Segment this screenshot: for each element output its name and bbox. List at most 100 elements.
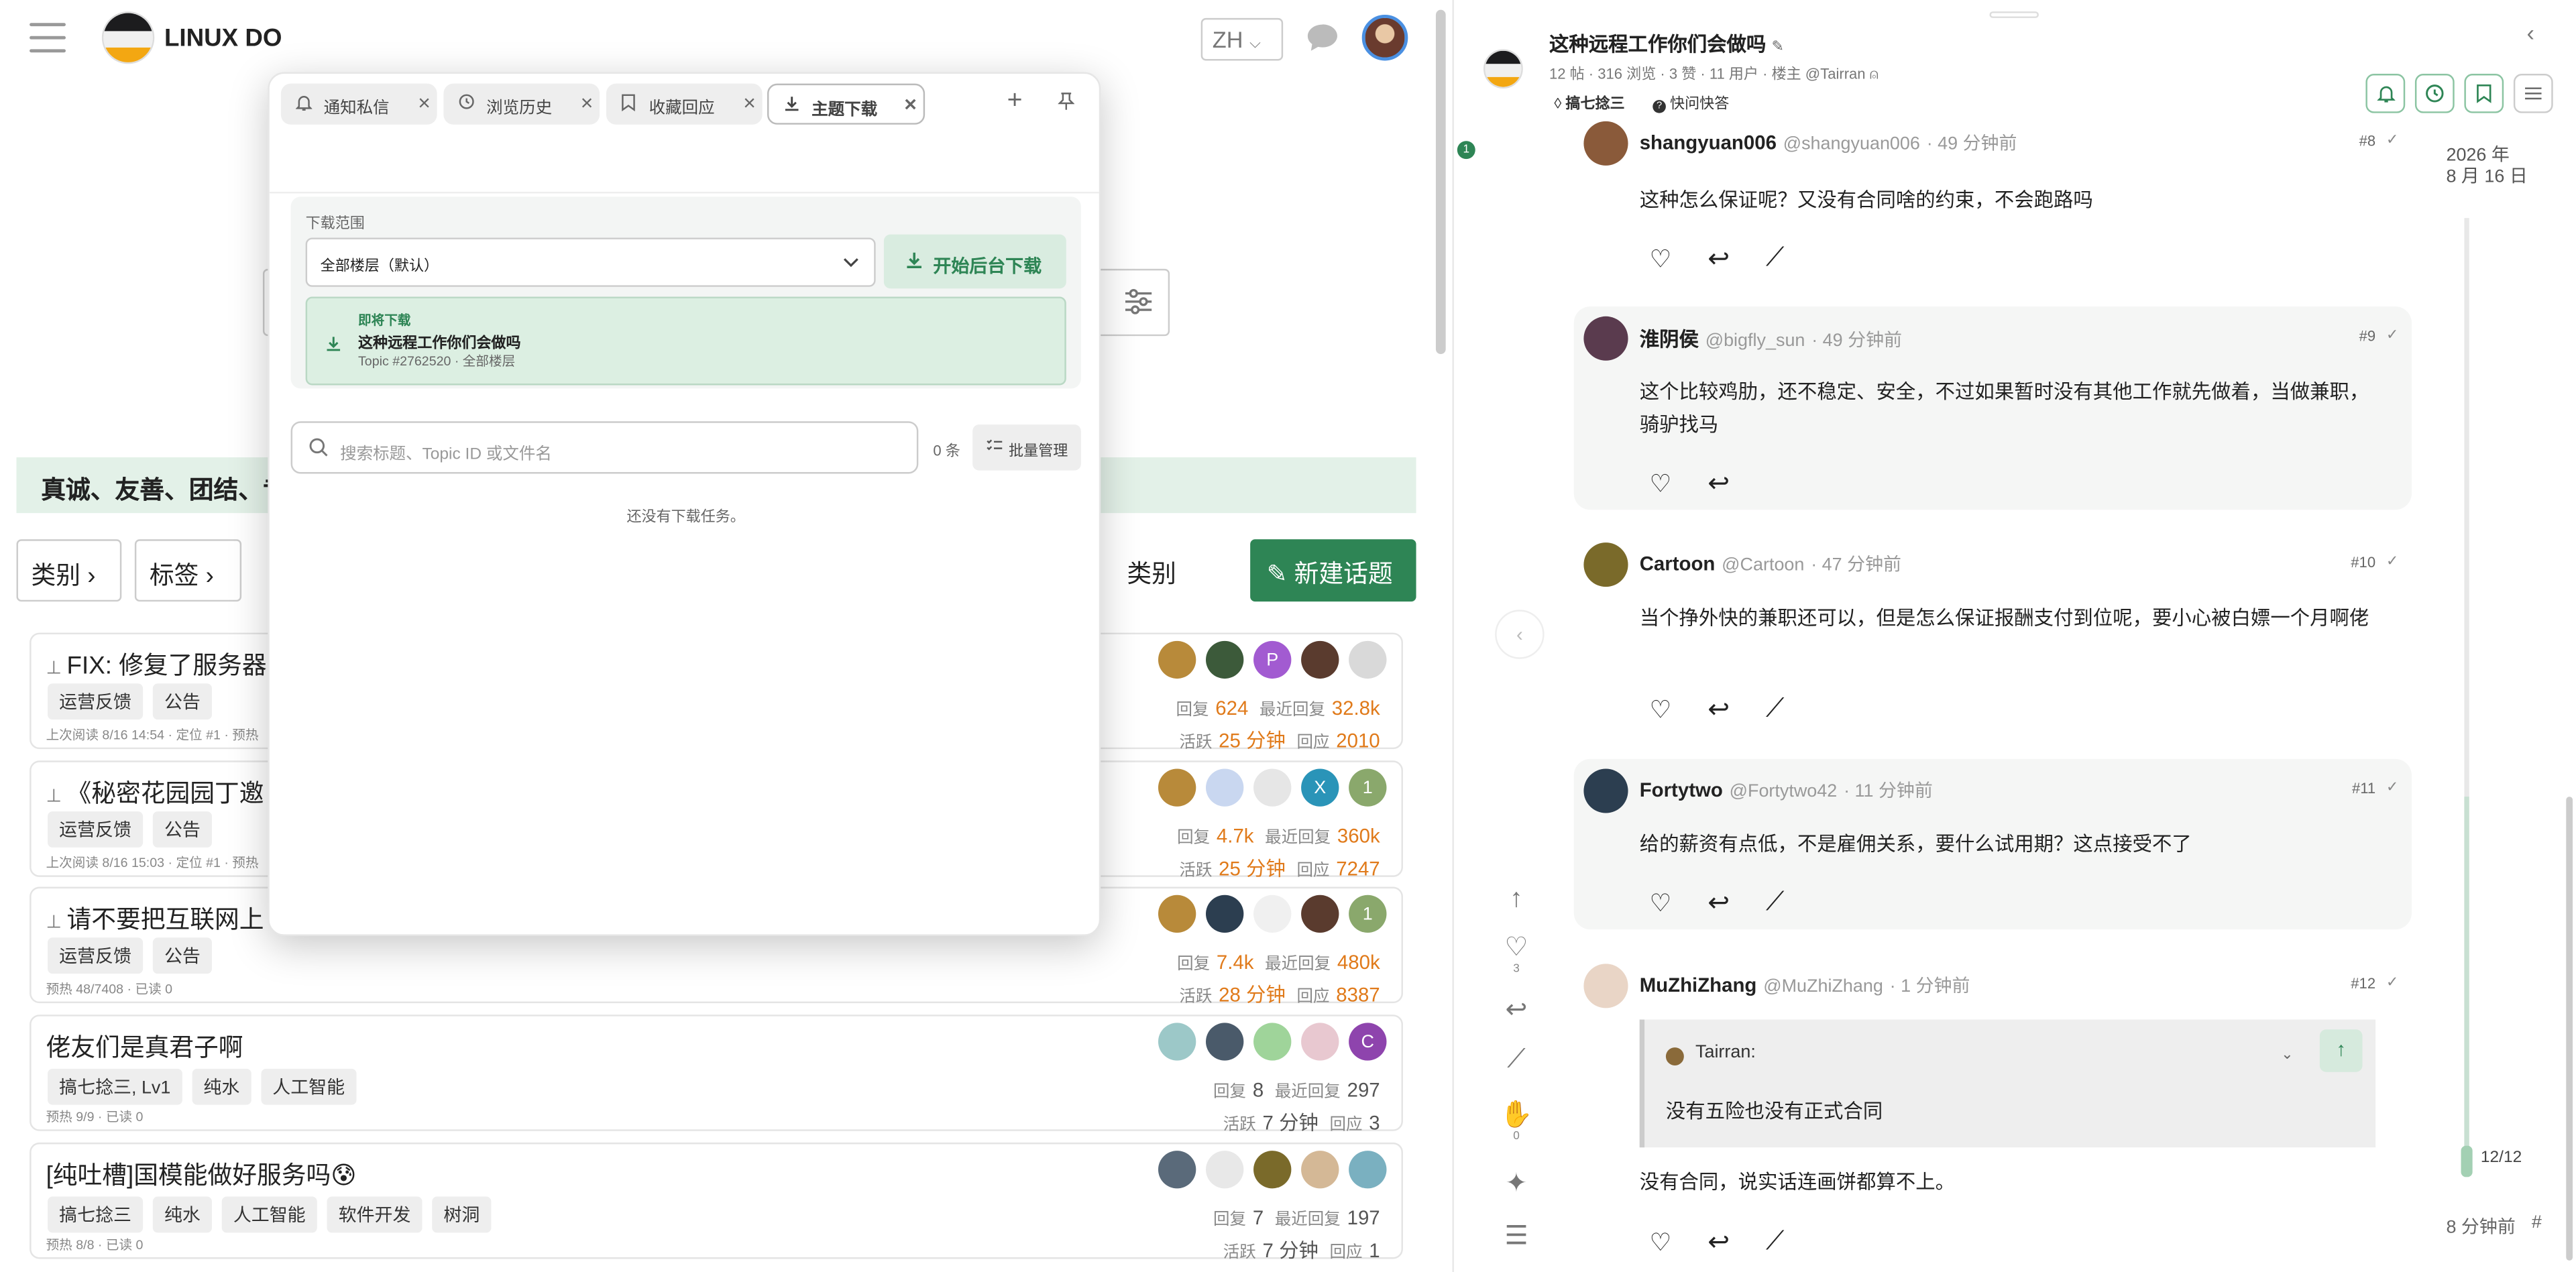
- topic-tag[interactable]: 纯水: [152, 1196, 212, 1233]
- topic-tag[interactable]: 公告: [152, 937, 212, 974]
- download-search-input[interactable]: 搜索标题、Topic ID 或文件名: [290, 421, 919, 474]
- left-scrollbar[interactable]: [1435, 9, 1446, 355]
- range-select[interactable]: 全部楼层（默认）: [305, 237, 876, 287]
- timeline-handle[interactable]: [2461, 1145, 2473, 1177]
- avatar[interactable]: [1158, 640, 1196, 679]
- close-icon[interactable]: ×: [904, 92, 917, 117]
- close-icon[interactable]: ×: [743, 90, 756, 115]
- rocket-icon[interactable]: ⟋: [1766, 244, 1784, 274]
- new-posts-badge[interactable]: 1: [1457, 141, 1475, 160]
- add-tab-icon[interactable]: +: [1007, 87, 1023, 117]
- topic-tag[interactable]: 运营反馈: [48, 811, 144, 848]
- topic-tag[interactable]: ? 快问快答: [1653, 92, 1729, 113]
- topic-tag[interactable]: 纯水: [192, 1068, 251, 1105]
- site-name[interactable]: LINUX DO: [164, 25, 282, 53]
- avatar[interactable]: 1: [1349, 768, 1387, 807]
- post-author[interactable]: 淮阴侯 @bigfly_sun · 49 分钟前: [1640, 325, 1902, 353]
- topic-title[interactable]: ⊥ 请不要把互联网上: [46, 902, 264, 936]
- tags-dropdown[interactable]: 标签 ›: [134, 539, 242, 602]
- start-download-button[interactable]: 开始后台下载: [883, 234, 1066, 289]
- avatar[interactable]: [1206, 894, 1244, 933]
- avatar[interactable]: [1253, 1023, 1292, 1061]
- avatar[interactable]: [1583, 542, 1628, 587]
- avatar[interactable]: [1301, 1151, 1339, 1189]
- topic-tag[interactable]: 软件开发: [327, 1196, 423, 1233]
- language-switcher[interactable]: ZH ⌵: [1200, 17, 1284, 61]
- arrow-up-icon[interactable]: ↑: [1498, 885, 1534, 915]
- topic-title[interactable]: 佬友们是真君子啊: [46, 1029, 243, 1063]
- rocket-icon[interactable]: ⟋: [1766, 1228, 1784, 1257]
- post-number[interactable]: #8: [2359, 133, 2376, 149]
- batch-manage-button[interactable]: 批量管理: [972, 424, 1081, 471]
- heart-icon[interactable]: ♡: [1649, 888, 1671, 918]
- topic-tag[interactable]: ◊ 搞七捻三: [1554, 92, 1624, 113]
- avatar[interactable]: [1301, 894, 1339, 933]
- chat-icon[interactable]: [1304, 21, 1341, 54]
- history-button[interactable]: [2414, 74, 2455, 113]
- avatar[interactable]: [1206, 1023, 1244, 1061]
- heart-icon[interactable]: ♡: [1649, 244, 1671, 274]
- topic-tag[interactable]: 运营反馈: [48, 937, 144, 974]
- topic-tag[interactable]: 人工智能: [261, 1068, 357, 1105]
- heart-icon[interactable]: ♡: [1649, 1228, 1671, 1257]
- close-icon[interactable]: ×: [581, 90, 594, 115]
- avatar[interactable]: [1301, 1023, 1339, 1061]
- timeline-last-activity[interactable]: 8 分钟前: [2446, 1213, 2515, 1239]
- topic-tag[interactable]: 树洞: [432, 1196, 492, 1233]
- user-avatar[interactable]: [1361, 15, 1408, 61]
- heart-icon[interactable]: ♡: [1649, 469, 1671, 499]
- tab-notifications[interactable]: 通知私信 ×: [280, 83, 437, 125]
- site-logo[interactable]: [101, 11, 155, 64]
- post-number[interactable]: #9: [2359, 328, 2376, 344]
- post-number[interactable]: #12: [2351, 976, 2375, 992]
- post-author[interactable]: shangyuan006 @shangyuan006 · 49 分钟前: [1640, 129, 2017, 156]
- post-author[interactable]: Cartoon @Cartoon · 47 分钟前: [1640, 551, 1901, 577]
- topic-tag[interactable]: 搞七捻三, Lv1: [48, 1068, 182, 1105]
- categories-dropdown[interactable]: 类别 ›: [16, 539, 122, 602]
- topic-tag[interactable]: 搞七捻三: [48, 1196, 144, 1233]
- timeline-date[interactable]: 2026 年8 月 16 日: [2446, 146, 2527, 189]
- close-icon[interactable]: ×: [418, 90, 431, 115]
- tab-download[interactable]: 主题下载 ×: [767, 83, 926, 125]
- chevron-left-icon[interactable]: ‹: [1495, 610, 1545, 659]
- topic-tag[interactable]: 公告: [152, 811, 212, 848]
- rocket-icon[interactable]: ⟋: [1498, 1046, 1534, 1076]
- hand-icon[interactable]: ✋ 0: [1498, 1098, 1534, 1143]
- reply-icon[interactable]: ↩: [1707, 467, 1730, 500]
- settings-sliders-button[interactable]: [2513, 74, 2553, 113]
- avatar[interactable]: [1349, 640, 1387, 679]
- avatar[interactable]: [1583, 316, 1628, 361]
- reply-icon[interactable]: ↩: [1707, 887, 1730, 920]
- notification-bell-button[interactable]: [2365, 74, 2406, 113]
- topic-tag[interactable]: 公告: [152, 683, 212, 720]
- avatar[interactable]: [1206, 640, 1244, 679]
- avatar[interactable]: P: [1253, 640, 1292, 679]
- bookmark-button[interactable]: [2464, 74, 2504, 113]
- topic-tag[interactable]: 运营反馈: [48, 683, 144, 720]
- reply-icon[interactable]: ↩: [1707, 693, 1730, 726]
- filter-sliders-icon[interactable]: [1124, 288, 1154, 314]
- avatar[interactable]: X: [1301, 768, 1339, 807]
- heart-icon[interactable]: ♡: [1649, 695, 1671, 725]
- avatar[interactable]: 1: [1349, 894, 1387, 933]
- reply-icon[interactable]: ↩: [1707, 1226, 1730, 1259]
- topic-title[interactable]: [纯吐槽]国模能做好服务吗😰: [46, 1157, 357, 1192]
- topic-row[interactable]: 佬友们是真君子啊 搞七捻三, Lv1 纯水 人工智能 预热 9/9 · 已读 0 C…: [30, 1015, 1403, 1135]
- avatar[interactable]: [1301, 640, 1339, 679]
- avatar[interactable]: [1206, 768, 1244, 807]
- right-scrollbar[interactable]: [2566, 797, 2573, 1261]
- avatar[interactable]: [1253, 1151, 1292, 1189]
- avatar[interactable]: [1158, 768, 1196, 807]
- summary-icon[interactable]: ☰: [1498, 1220, 1534, 1253]
- avatar[interactable]: C: [1349, 1023, 1387, 1061]
- avatar[interactable]: [1583, 964, 1628, 1008]
- drag-handle[interactable]: [1989, 11, 2039, 18]
- tab-bookmarks[interactable]: 收藏回应 ×: [606, 83, 763, 125]
- post-number[interactable]: #11: [2352, 780, 2375, 797]
- avatar[interactable]: [1349, 1151, 1387, 1189]
- reply-icon[interactable]: ↩: [1498, 993, 1534, 1026]
- edit-icon[interactable]: ✎: [1772, 38, 1784, 54]
- category-nav-link[interactable]: 类别: [1127, 556, 1176, 590]
- chevron-down-icon[interactable]: ⌄: [2281, 1046, 2293, 1064]
- avatar[interactable]: [1206, 1151, 1244, 1189]
